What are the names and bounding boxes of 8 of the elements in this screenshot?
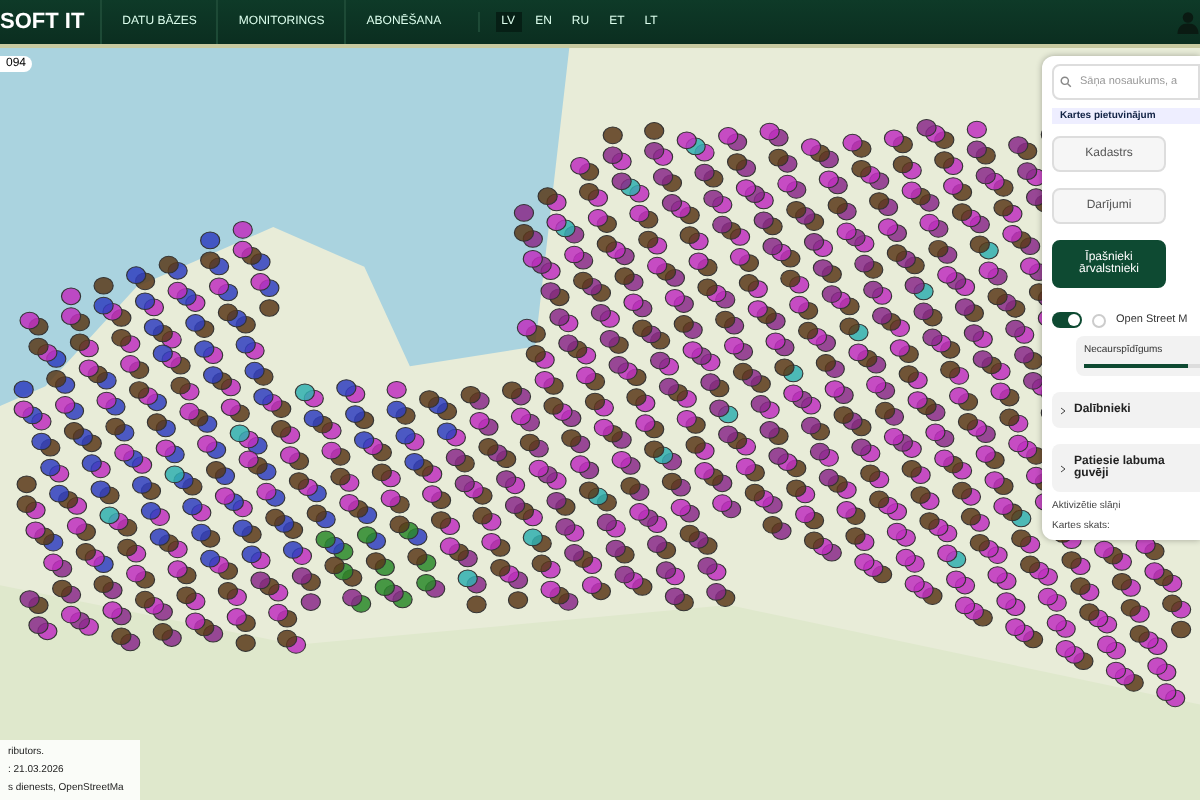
radio-button[interactable] [1092,313,1106,327]
chevron-icon [1060,405,1066,415]
user-icon[interactable] [1176,10,1200,34]
toggle-switch[interactable] [1052,312,1082,328]
map-drawing[interactable] [0,48,1200,800]
chevron-icon [1060,463,1066,473]
logo: SOFT IT [0,10,87,34]
search-icon [1060,76,1072,88]
